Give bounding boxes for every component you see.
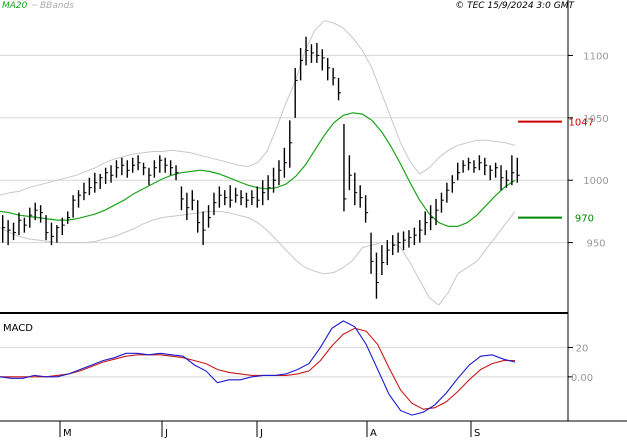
macd-signal-line [0,327,515,410]
macd-title: MACD [3,323,33,334]
legend-ma20: MA20 [2,1,28,11]
x-tick-label: M [63,428,72,439]
x-tick-label: S [474,428,480,439]
macd-lines-layer [0,320,516,416]
bbands-layer [0,19,516,306]
macd-grid [0,346,568,378]
level-label-970: 970 [575,214,594,225]
macd-tick-label: 0.00 [571,373,593,384]
price-tick-label: 950 [586,239,605,250]
x-axis: MJJAS [59,421,480,439]
copyright-text: © TEC 15/9/2024 3:0 GMT [455,1,575,11]
ma20-layer [0,112,516,227]
legend-bbands: BBands [40,1,74,11]
macd-y-axis: 200.00 [568,343,593,384]
price-tick-label: 1000 [583,176,608,187]
bband-upper-line [0,19,516,196]
bband-lower-line [0,210,516,306]
x-tick-label: J [164,428,168,439]
x-tick-label: A [370,428,377,439]
x-tick-label: J [259,428,263,439]
price-bars-layer [2,36,520,299]
level-annotations: 1047970 [518,118,594,225]
price-tick-label: 1100 [583,51,608,62]
chart-svg: 1047970 MA20 BBands © TEC 15/9/2024 3:0 … [0,0,627,439]
macd-tick-label: 20 [576,343,589,354]
price-tick-label: 1050 [583,114,608,125]
ma20-line [0,112,516,227]
chart-stage: 1047 970 MA20 BBands © TEC 15/9/2024 3:0 … [0,0,627,440]
macd-line [0,320,516,416]
